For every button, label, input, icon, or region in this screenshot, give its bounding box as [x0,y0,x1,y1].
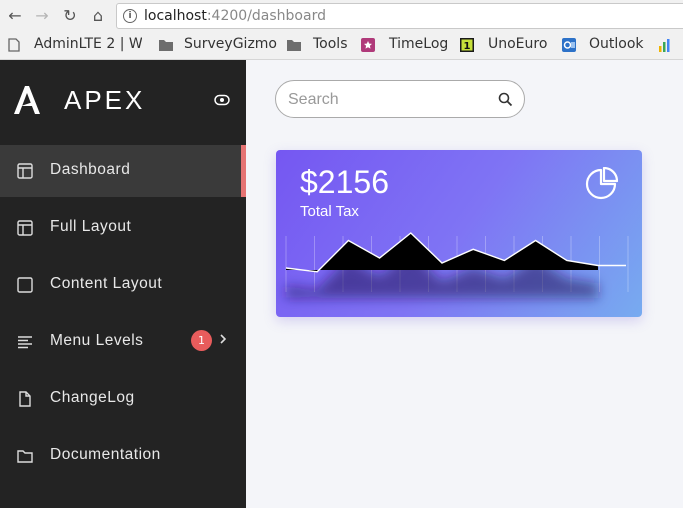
bookmark-tools[interactable]: Tools [313,36,348,52]
timelog-icon [361,38,375,52]
notification-badge: 1 [191,330,212,351]
outlook-icon [562,38,576,52]
sidebar-item-changelog[interactable]: ChangeLog [0,373,246,425]
align-left-icon [18,336,32,349]
sidebar-toggle-icon[interactable] [214,94,230,106]
file-icon [19,391,31,407]
page-icon [8,38,20,52]
layout-icon [17,163,33,179]
card-label: Total Tax [300,203,359,220]
bookmark-timelog[interactable]: TimeLog [389,36,448,52]
search-icon[interactable] [498,92,513,107]
square-icon [17,277,33,293]
folder-icon [17,450,33,463]
folder-icon [287,40,301,51]
sidebar-item-label: Content Layout [50,275,163,292]
sidebar-item-menu-levels[interactable]: Menu Levels 1 [0,316,246,368]
bookmark-adminlte[interactable]: AdminLTE 2 | Wi [34,36,142,52]
sidebar-item-documentation[interactable]: Documentation [0,430,246,482]
bookmarks-bar: AdminLTE 2 | Wi SurveyGizmo Tools TimeLo… [0,33,683,57]
forward-arrow-icon[interactable]: → [32,6,52,26]
sidebar-item-label: Dashboard [50,161,131,178]
sidebar: APEX Dashboard Full Layout Content Layou… [0,60,246,508]
bookmark-outlook[interactable]: Outlook [589,36,644,52]
apex-logo-icon [14,86,40,114]
brand-name: APEX [64,85,146,115]
sidebar-item-label: Menu Levels [50,332,144,349]
bookmark-unoeuro[interactable]: UnoEuro [488,36,547,52]
url-text: localhost:4200/dashboard [144,8,326,24]
sidebar-item-label: Documentation [50,446,161,463]
svg-text:1: 1 [464,41,471,52]
total-tax-card: $2156 Total Tax [276,150,642,317]
layout-icon [17,220,33,236]
pie-chart-icon [585,167,618,200]
back-arrow-icon[interactable]: ← [5,6,25,26]
chart-bookmark-icon[interactable] [658,38,672,52]
sparkline-chart [285,232,629,298]
chevron-right-icon[interactable] [218,332,228,346]
sparkline-area [286,233,598,272]
home-icon[interactable]: ⌂ [88,6,108,26]
bookmark-surveygizmo[interactable]: SurveyGizmo [184,36,277,52]
info-icon[interactable]: i [123,9,137,23]
browser-chrome: ← → ↻ ⌂ i localhost:4200/dashboard Admin… [0,0,683,60]
sidebar-item-dashboard[interactable]: Dashboard [0,145,246,197]
reload-icon[interactable]: ↻ [60,6,80,26]
search-box[interactable] [275,80,525,118]
sidebar-item-label: Full Layout [50,218,132,235]
card-amount: $2156 [300,164,389,200]
folder-icon [159,40,173,51]
brand[interactable]: APEX [0,60,246,144]
unoeuro-icon: 1 [460,38,474,52]
sidebar-item-label: ChangeLog [50,389,135,406]
search-input[interactable] [288,89,488,111]
address-bar[interactable]: i localhost:4200/dashboard [116,3,683,29]
main-content: $2156 Total Tax [246,60,683,508]
sidebar-item-content-layout[interactable]: Content Layout [0,259,246,311]
sidebar-item-full-layout[interactable]: Full Layout [0,202,246,254]
